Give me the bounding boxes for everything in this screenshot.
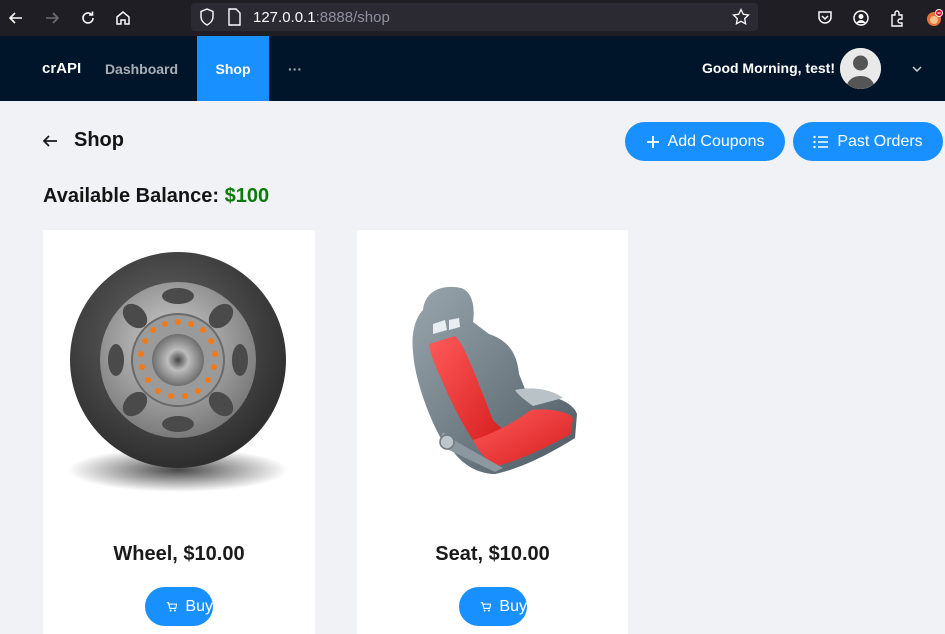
brand-logo[interactable]: crAPI	[42, 60, 81, 77]
browser-toolbar: 127.0.0.1:8888/shop	[0, 0, 945, 36]
balance-label: Available Balance:	[43, 185, 220, 207]
extensions-icon[interactable]	[885, 6, 909, 30]
chevron-down-icon[interactable]	[910, 62, 924, 76]
page-title: Shop	[74, 129, 124, 151]
product-card: Wheel, $10.00 Buy	[43, 230, 315, 634]
product-card: Seat, $10.00 Buy	[357, 230, 628, 634]
product-name: Seat, $10.00	[435, 543, 550, 565]
buy-button[interactable]: Buy	[459, 587, 527, 626]
wheel-image	[65, 248, 291, 498]
past-orders-button[interactable]: Past Orders	[793, 122, 943, 161]
past-orders-label: Past Orders	[837, 132, 923, 150]
page-icon	[227, 8, 241, 31]
back-icon[interactable]	[4, 6, 28, 30]
app-header: crAPI Dashboard Shop ··· Good Morning, t…	[0, 36, 945, 101]
home-icon[interactable]	[111, 6, 135, 30]
fox-extension-icon[interactable]	[922, 6, 945, 30]
nav-shop[interactable]: Shop	[197, 36, 269, 101]
bookmark-star-icon[interactable]	[732, 7, 750, 31]
balance-row: Available Balance: $100	[43, 185, 269, 208]
buy-button[interactable]: Buy	[145, 587, 213, 626]
account-icon[interactable]	[849, 6, 873, 30]
buy-label: Buy	[499, 597, 527, 615]
forward-icon[interactable]	[40, 6, 64, 30]
shield-icon	[199, 8, 215, 31]
url-text: 127.0.0.1:8888/shop	[253, 9, 390, 26]
product-name: Wheel, $10.00	[113, 543, 245, 565]
seat-image	[403, 282, 583, 478]
shopping-cart-icon	[166, 601, 178, 611]
add-coupons-label: Add Coupons	[667, 132, 765, 150]
nav-more[interactable]: ···	[280, 36, 310, 101]
avatar[interactable]	[840, 48, 881, 89]
add-coupons-button[interactable]: Add Coupons	[625, 122, 785, 161]
pocket-icon[interactable]	[813, 6, 837, 30]
shopping-cart-icon	[480, 601, 492, 611]
list-icon	[813, 135, 829, 148]
buy-label: Buy	[185, 597, 213, 615]
greeting-text: Good Morning, test!	[702, 60, 835, 76]
nav-dashboard[interactable]: Dashboard	[95, 36, 188, 101]
balance-value: $100	[224, 185, 270, 207]
plus-icon	[646, 135, 659, 148]
url-bar[interactable]: 127.0.0.1:8888/shop	[191, 3, 758, 31]
back-arrow-icon[interactable]	[40, 131, 60, 151]
reload-icon[interactable]	[76, 6, 100, 30]
